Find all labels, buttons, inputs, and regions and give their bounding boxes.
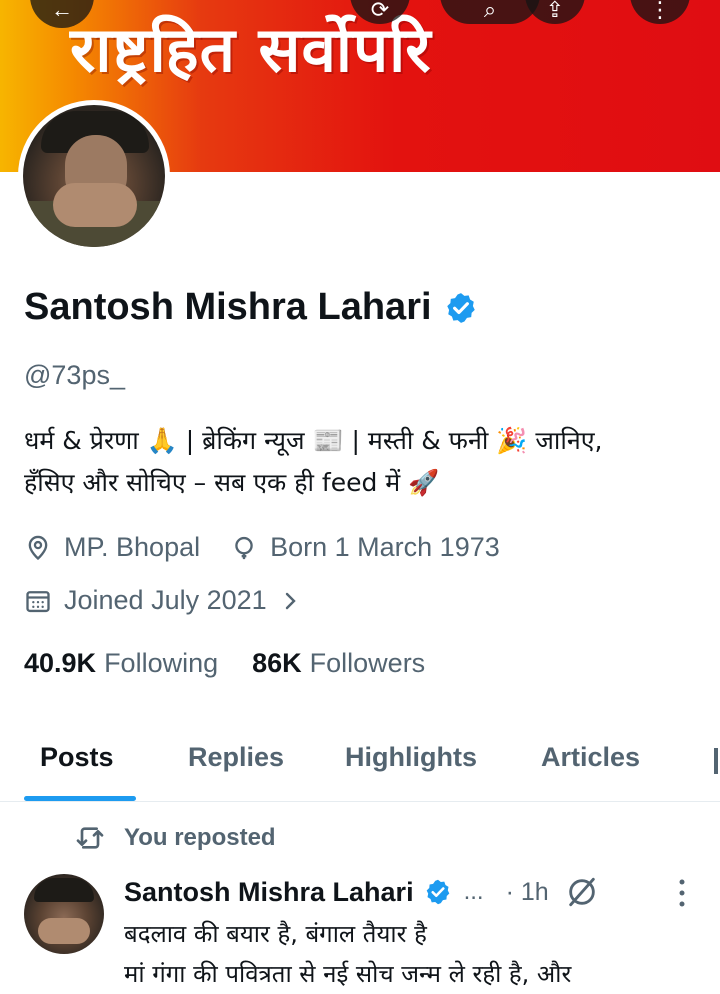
chevron-right-icon[interactable] bbox=[281, 589, 301, 613]
followers-link[interactable]: 86K Followers bbox=[252, 648, 425, 679]
tab-posts[interactable]: Posts bbox=[40, 742, 114, 773]
verified-badge-icon[interactable] bbox=[444, 291, 478, 325]
joined-item[interactable]: Joined July 2021 bbox=[24, 585, 301, 616]
profile-meta-row: MP. Bhopal Born 1 March 1973 bbox=[24, 532, 530, 563]
post-handle-truncated: ... bbox=[463, 878, 484, 905]
tab-highlights[interactable]: Highlights bbox=[345, 742, 477, 773]
repost-indicator: You reposted bbox=[74, 822, 276, 854]
joined-text: Joined July 2021 bbox=[64, 585, 267, 615]
post-line-1: बदलाव की बयार है, बंगाल तैयार है bbox=[124, 920, 427, 948]
birthday-text: Born 1 March 1973 bbox=[270, 532, 500, 562]
post-timestamp[interactable]: · 1h bbox=[506, 878, 549, 907]
location-icon bbox=[28, 535, 48, 560]
profile-avatar[interactable] bbox=[18, 100, 170, 252]
search-icon[interactable]: ⌕ bbox=[440, 0, 540, 24]
grok-icon[interactable] bbox=[565, 875, 599, 909]
profile-handle: @73ps_ bbox=[24, 360, 125, 390]
location-item: MP. Bhopal bbox=[24, 532, 200, 563]
avatar-image bbox=[23, 105, 165, 247]
profile-name: Santosh Mishra Lahari bbox=[24, 286, 432, 328]
active-tab-indicator bbox=[24, 796, 136, 801]
bio-line-1: धर्म & प्रेरणा 🙏 | ब्रेकिंग न्यूज 📰 | मस… bbox=[24, 426, 603, 455]
verified-badge-icon[interactable] bbox=[424, 878, 452, 906]
followers-count: 86K bbox=[252, 648, 302, 678]
post-header: Santosh Mishra Lahari ... · 1h bbox=[124, 872, 714, 912]
tab-overflow bbox=[714, 748, 718, 774]
followers-label: Followers bbox=[309, 648, 426, 678]
post-line-2: मां गंगा की पवित्रता से नई सोच जन्म ले र… bbox=[124, 960, 572, 988]
profile-joined-row[interactable]: Joined July 2021 bbox=[24, 585, 331, 616]
more-options-icon[interactable] bbox=[678, 878, 686, 908]
post-author-avatar[interactable] bbox=[24, 874, 104, 954]
post-author-name[interactable]: Santosh Mishra Lahari bbox=[124, 877, 414, 908]
profile-bio: धर्म & प्रेरणा 🙏 | ब्रेकिंग न्यूज 📰 | मस… bbox=[24, 420, 714, 504]
profile-name-row: Santosh Mishra Lahari bbox=[24, 286, 478, 329]
following-count: 40.9K bbox=[24, 648, 97, 678]
repost-icon bbox=[76, 827, 104, 849]
following-link[interactable]: 40.9K Following bbox=[24, 648, 218, 679]
following-label: Following bbox=[104, 648, 219, 678]
bio-line-2: हँसिए और सोचिए – सब एक ही feed में 🚀 bbox=[24, 468, 440, 497]
repost-label: You reposted bbox=[124, 824, 276, 851]
share-icon[interactable]: ⇪ bbox=[525, 0, 585, 24]
profile-stats: 40.9K Following 86K Followers bbox=[24, 648, 459, 679]
calendar-icon bbox=[26, 590, 50, 612]
birthday-item: Born 1 March 1973 bbox=[230, 532, 500, 563]
more-icon[interactable]: ⋮ bbox=[630, 0, 690, 24]
tab-articles[interactable]: Articles bbox=[541, 742, 640, 773]
tab-replies[interactable]: Replies bbox=[188, 742, 284, 773]
profile-tabs: Posts Replies Highlights Articles bbox=[0, 730, 720, 802]
post-text[interactable]: बदलाव की बयार है, बंगाल तैयार है मां गंग… bbox=[124, 914, 714, 994]
location-text: MP. Bhopal bbox=[64, 532, 201, 562]
birthday-icon bbox=[235, 536, 253, 559]
